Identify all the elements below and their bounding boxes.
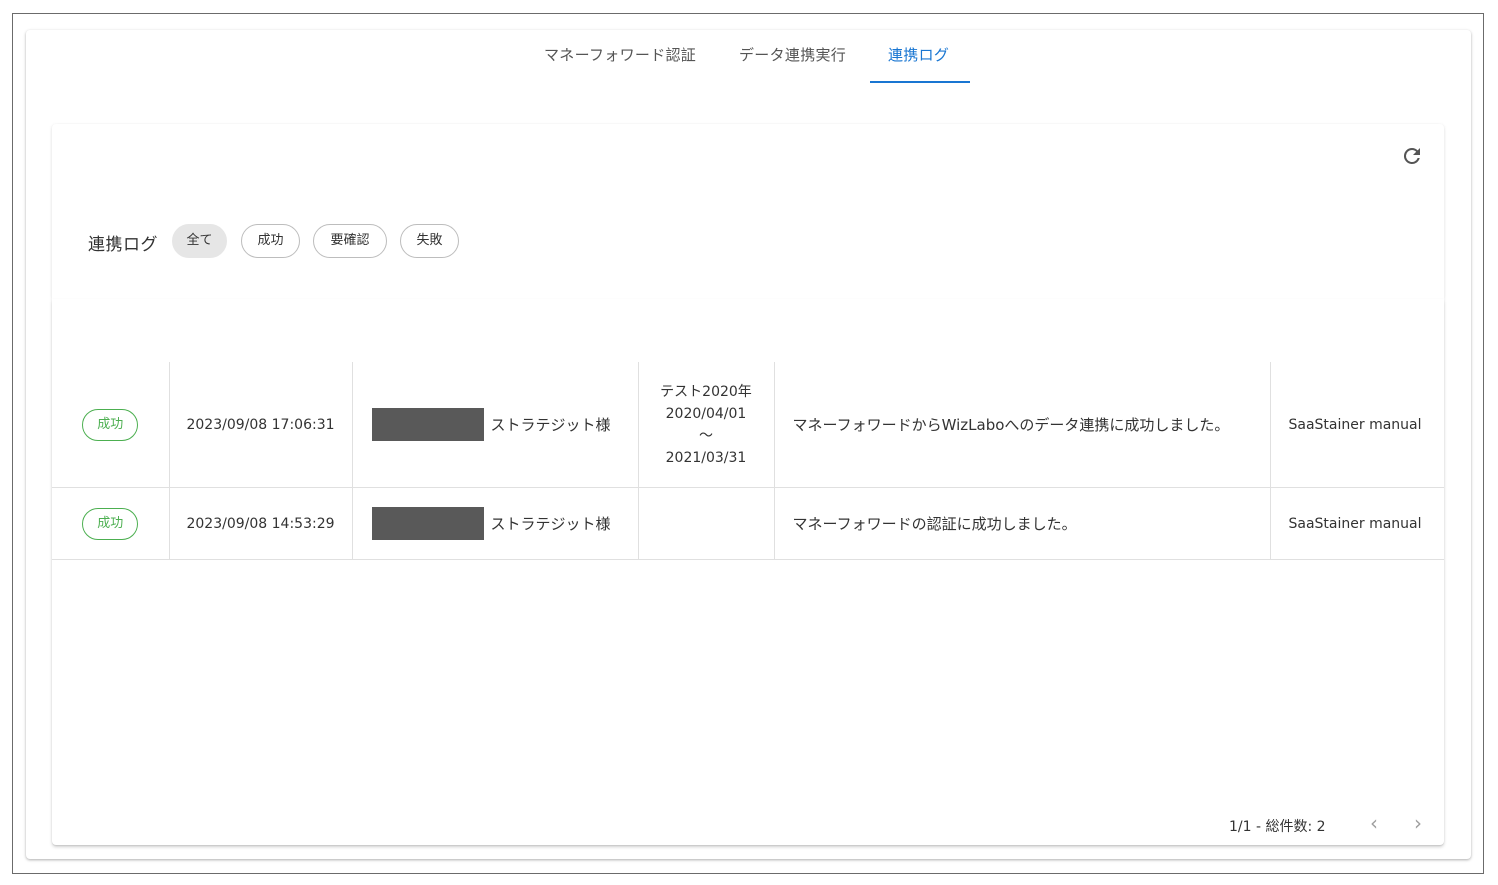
log-table-panel: 成功 2023/09/08 17:06:31 ストラテジット様 テスト2020年… — [52, 299, 1444, 845]
tab-moneyforward-auth[interactable]: マネーフォワード認証 — [544, 44, 696, 65]
filter-chip-needs-review[interactable]: 要確認 — [313, 224, 387, 258]
user-cell: SaaStainer manual — [1270, 487, 1444, 560]
status-badge: 成功 — [82, 507, 139, 540]
datetime-cell: 2023/09/08 14:53:29 — [169, 487, 353, 560]
period-start: 2020/04/01 — [665, 405, 747, 422]
filter-chip-failed[interactable]: 失敗 — [400, 224, 459, 258]
period-cell — [638, 487, 775, 560]
message-cell: マネーフォワードからWizLaboへのデータ連携に成功しました。 — [774, 362, 1271, 488]
company-name: ストラテジット様 — [490, 416, 611, 434]
refresh-icon[interactable] — [1400, 144, 1424, 168]
status-badge: 成功 — [82, 408, 139, 441]
period-name: テスト2020年 — [660, 383, 752, 400]
period-end: 2021/03/31 — [665, 449, 747, 466]
filter-chip-all[interactable]: 全て — [172, 224, 227, 258]
tab-sync-log[interactable]: 連携ログ — [888, 44, 949, 65]
log-table: 成功 2023/09/08 17:06:31 ストラテジット様 テスト2020年… — [52, 362, 1444, 560]
datetime-cell: 2023/09/08 17:06:31 — [169, 362, 353, 488]
company-cell: ストラテジット様 — [352, 487, 639, 560]
tab-data-sync-run[interactable]: データ連携実行 — [739, 44, 846, 65]
filter-chip-success[interactable]: 成功 — [241, 224, 300, 258]
chevron-left-icon[interactable]: ‹ — [1361, 811, 1387, 837]
company-name: ストラテジット様 — [490, 515, 611, 533]
chevron-right-icon[interactable]: › — [1405, 811, 1431, 837]
filter-panel: 連携ログ 全て 成功 要確認 失敗 — [52, 124, 1444, 299]
table-row[interactable]: 成功 2023/09/08 17:06:31 ストラテジット様 テスト2020年… — [52, 362, 1444, 488]
redacted-block — [371, 507, 484, 540]
pagination-info: 1/1 - 総件数: 2 — [1229, 819, 1326, 835]
status-cell: 成功 — [52, 362, 170, 488]
redacted-block — [371, 408, 484, 441]
status-cell: 成功 — [52, 487, 170, 560]
user-cell: SaaStainer manual — [1270, 362, 1444, 488]
filter-title: 連携ログ — [88, 235, 158, 255]
message-cell: マネーフォワードの認証に成功しました。 — [774, 487, 1271, 560]
period-cell: テスト2020年 2020/04/01 ～ 2021/03/31 — [638, 362, 775, 488]
main-card: マネーフォワード認証 データ連携実行 連携ログ 連携ログ 全て 成功 要確認 失… — [26, 30, 1471, 859]
app-frame: マネーフォワード認証 データ連携実行 連携ログ 連携ログ 全て 成功 要確認 失… — [12, 13, 1484, 874]
period-separator: ～ — [699, 427, 713, 444]
tab-bar: マネーフォワード認証 データ連携実行 連携ログ — [26, 30, 1471, 85]
company-cell: ストラテジット様 — [352, 362, 639, 488]
table-row[interactable]: 成功 2023/09/08 14:53:29 ストラテジット様 マネーフォワード… — [52, 487, 1444, 560]
active-tab-indicator — [870, 81, 970, 83]
